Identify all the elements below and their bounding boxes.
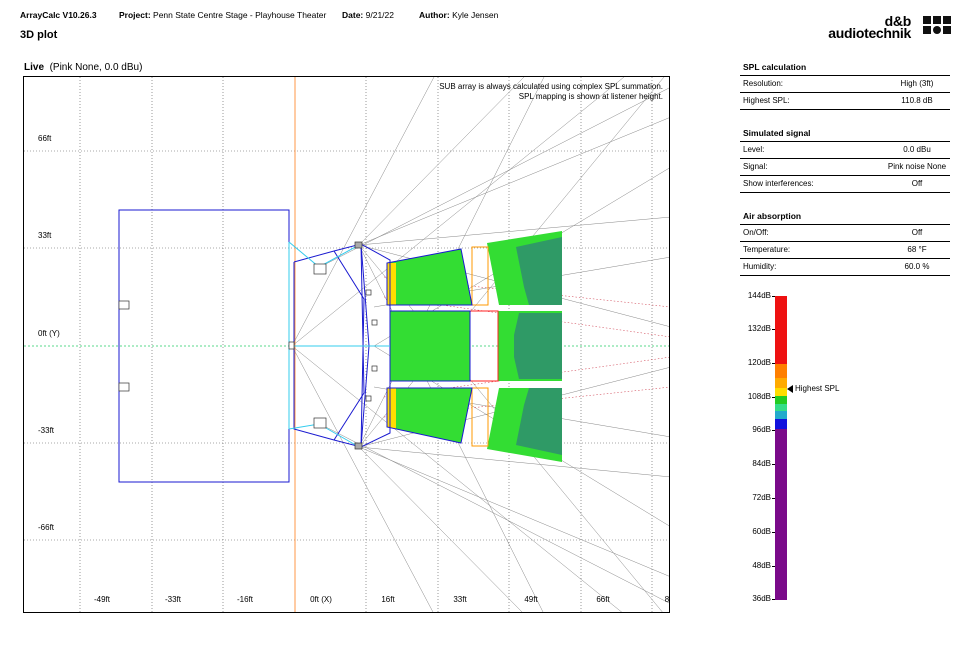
scale-label: 108dB [747, 392, 771, 401]
page-title: 3D plot [20, 29, 58, 41]
spl-plot [24, 77, 669, 612]
project-info: Project: Penn State Centre Stage - Playh… [119, 10, 327, 20]
temperature-row: Temperature: 68 °F [740, 242, 950, 259]
x-tick-label: 49ft [524, 595, 538, 604]
resolution-row: Resolution: High (3ft) [740, 76, 950, 93]
brand-logo: d&b audiotechnik [828, 14, 951, 43]
spl-mapping-note: SPL mapping is shown at listener height. [518, 92, 663, 101]
scale-label: 132dB [747, 324, 771, 333]
panel-title: SPL calculation [740, 62, 950, 76]
sub-array-note: SUB array is always calculated using com… [439, 82, 663, 91]
spl-calculation-panel: SPL calculation Resolution: High (3ft) Hi… [740, 62, 950, 110]
y-tick-label: 0ft (Y) [38, 329, 60, 338]
x-tick-label: 33ft [453, 595, 467, 604]
x-tick-label: -33ft [164, 595, 182, 604]
scale-label: 72dB [752, 493, 771, 502]
on-off-row: On/Off: Off [740, 225, 950, 242]
author-info: Author: Kyle Jensen [419, 10, 499, 20]
x-tick-label: 66ft [596, 595, 610, 604]
y-tick-label: -33ft [38, 426, 55, 435]
y-tick-label: 33ft [38, 231, 52, 240]
highest-spl-marker: Highest SPL [787, 384, 839, 393]
y-tick-label: -66ft [38, 523, 55, 532]
highest-spl-row: Highest SPL: 110.8 dB [740, 93, 950, 110]
plot-area[interactable]: SUB array is always calculated using com… [23, 76, 670, 613]
coverage-rays [291, 77, 669, 612]
spl-color-scale [775, 296, 787, 600]
level-row: Level: 0.0 dBu [740, 142, 950, 159]
y-tick-label: 66ft [38, 134, 52, 143]
coverage-map-bottom [387, 387, 562, 462]
show-interferences-row: Show interferences: Off [740, 176, 950, 193]
scale-label: 120dB [747, 358, 771, 367]
scale-label: 48dB [752, 561, 771, 570]
scale-label: 144dB [747, 291, 771, 300]
scale-label: 60dB [752, 527, 771, 536]
coverage-map-top [387, 231, 562, 306]
triangle-left-icon [787, 384, 793, 393]
date-info: Date: 9/21/22 [342, 10, 395, 20]
panel-title: Simulated signal [740, 128, 950, 142]
scale-label: 84dB [752, 459, 771, 468]
signal-row: Signal: Pink noise None [740, 159, 950, 176]
app-version: ArrayCalc V10.26.3 [20, 10, 97, 20]
humidity-row: Humidity: 60.0 % [740, 259, 950, 276]
panel-title: Air absorption [740, 211, 950, 225]
x-tick-label: -16ft [236, 595, 254, 604]
x-tick-label: -49ft [93, 595, 111, 604]
x-tick-label: 8 [664, 595, 670, 604]
x-tick-label: 16ft [381, 595, 395, 604]
air-absorption-panel: Air absorption On/Off: Off Temperature: 68… [740, 211, 950, 276]
plot-heading: Live (Pink None, 0.0 dBu) [24, 62, 143, 73]
scale-label: 36dB [752, 594, 771, 603]
scale-label: 96dB [752, 425, 771, 434]
x-tick-label: 0ft (X) [310, 595, 332, 604]
simulated-signal-panel: Simulated signal Level: 0.0 dBu Signal: Pi… [740, 128, 950, 193]
